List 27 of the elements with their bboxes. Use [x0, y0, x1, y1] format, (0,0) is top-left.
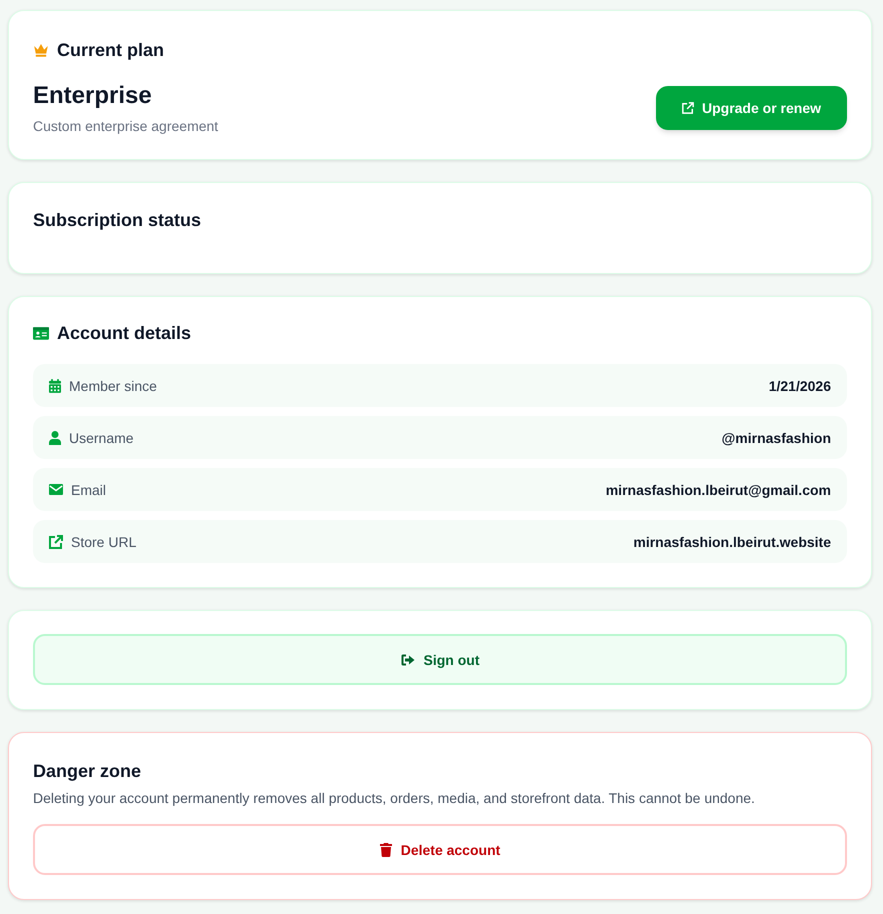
- calendar-icon: [49, 378, 61, 392]
- envelope-icon: [49, 484, 63, 495]
- id-card-icon: [33, 326, 49, 340]
- warning-text: Deleting your account permanently removes all products, orders, media, and storefront data. This cannot be undone.: [33, 789, 756, 808]
- section-title: Account details: [57, 322, 192, 345]
- section-title: Current plan: [57, 39, 164, 62]
- detail-label: Email: [71, 480, 106, 500]
- delete-account-button[interactable]: Delete account: [33, 824, 847, 875]
- section-title: Subscription status: [33, 209, 202, 232]
- trash-icon: [380, 842, 392, 856]
- plan-description: Custom enterprise agreement: [33, 117, 218, 136]
- sign-out-button[interactable]: Sign out: [33, 634, 847, 685]
- external-link-icon: [49, 534, 63, 548]
- detail-label: Member since: [69, 376, 157, 396]
- crown-icon: [33, 43, 49, 57]
- detail-value: mirnasfashion.lbeirut@gmail.com: [606, 480, 831, 500]
- sign-out-icon: [400, 654, 414, 666]
- upgrade-button[interactable]: Upgrade or renew: [656, 86, 847, 130]
- section-title: Danger zone: [33, 760, 142, 783]
- detail-value: 1/21/2026: [768, 376, 831, 396]
- detail-value: @mirnasfashion: [722, 428, 831, 448]
- plan-name: Enterprise: [33, 81, 153, 111]
- detail-value: mirnasfashion.lbeirut.website: [633, 532, 831, 552]
- user-icon: [49, 430, 61, 444]
- external-link-icon: [682, 102, 694, 114]
- detail-label: Username: [69, 428, 134, 448]
- detail-label: Store URL: [71, 532, 136, 552]
